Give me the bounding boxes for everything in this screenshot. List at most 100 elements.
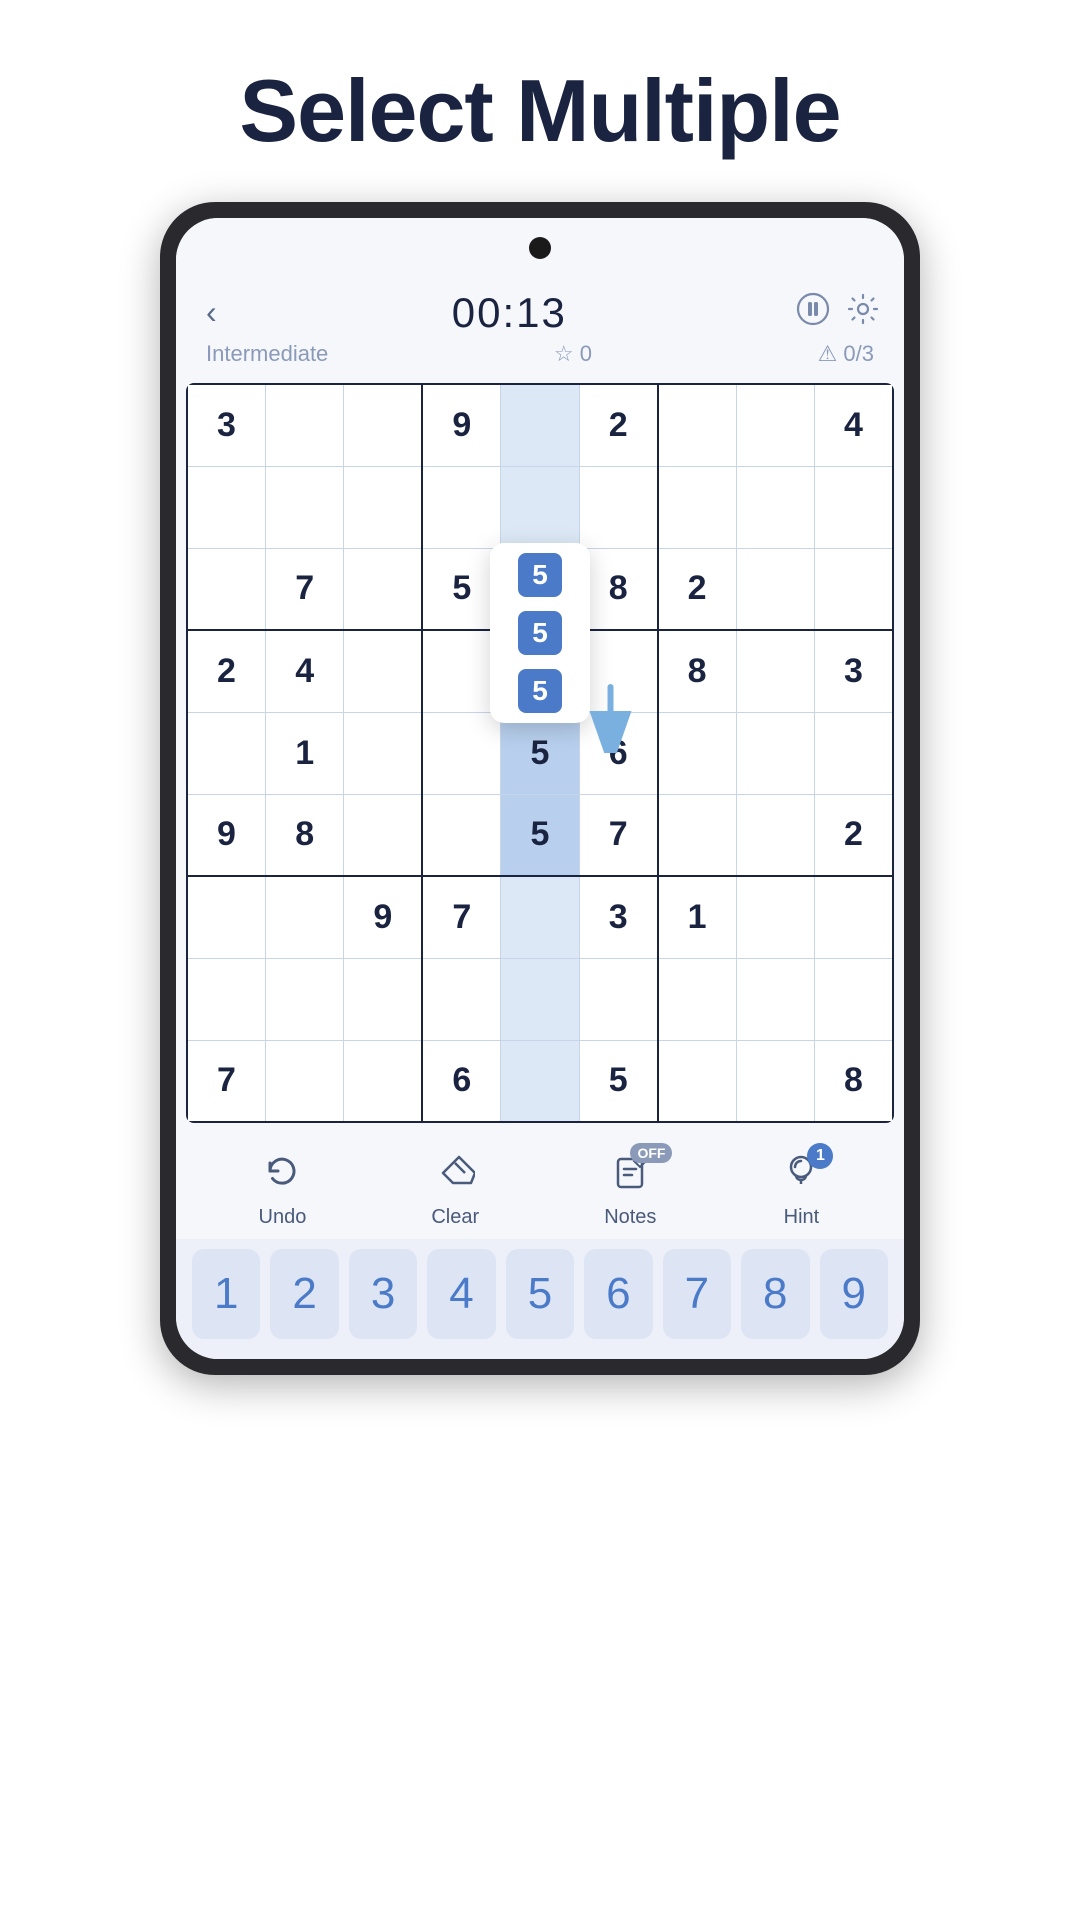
- cell-0-5[interactable]: 2: [579, 384, 657, 466]
- numpad-btn-2[interactable]: 2: [270, 1249, 338, 1339]
- cell-6-6[interactable]: 1: [658, 876, 736, 958]
- cell-5-0[interactable]: 9: [187, 794, 265, 876]
- cell-4-4[interactable]: 5: [501, 712, 579, 794]
- numpad-btn-1[interactable]: 1: [192, 1249, 260, 1339]
- cell-6-5[interactable]: 3: [579, 876, 657, 958]
- cell-7-6[interactable]: [658, 958, 736, 1040]
- numpad-btn-5[interactable]: 5: [506, 1249, 574, 1339]
- cell-7-8[interactable]: [815, 958, 894, 1040]
- cell-5-6[interactable]: [658, 794, 736, 876]
- cell-0-2[interactable]: [344, 384, 422, 466]
- cell-6-4[interactable]: [501, 876, 579, 958]
- cell-3-1[interactable]: 4: [265, 630, 343, 712]
- settings-icon[interactable]: [846, 292, 880, 334]
- cell-7-5[interactable]: [579, 958, 657, 1040]
- cell-2-3[interactable]: 5: [422, 548, 500, 630]
- cell-5-4[interactable]: 5: [501, 794, 579, 876]
- cell-3-8[interactable]: 3: [815, 630, 894, 712]
- cell-7-0[interactable]: [187, 958, 265, 1040]
- cell-0-3[interactable]: 9: [422, 384, 500, 466]
- cell-2-8[interactable]: [815, 548, 894, 630]
- cell-1-2[interactable]: [344, 466, 422, 548]
- cell-6-1[interactable]: [265, 876, 343, 958]
- numpad-btn-6[interactable]: 6: [584, 1249, 652, 1339]
- star-score: ☆ 0: [554, 341, 592, 367]
- cell-7-2[interactable]: [344, 958, 422, 1040]
- numpad-btn-7[interactable]: 7: [663, 1249, 731, 1339]
- cell-8-7[interactable]: [736, 1040, 814, 1122]
- cell-6-0[interactable]: [187, 876, 265, 958]
- bottom-toolbar: Undo Clear OFF: [176, 1133, 904, 1239]
- cell-7-3[interactable]: [422, 958, 500, 1040]
- numpad-btn-3[interactable]: 3: [349, 1249, 417, 1339]
- cell-2-2[interactable]: [344, 548, 422, 630]
- cell-4-1[interactable]: 1: [265, 712, 343, 794]
- difficulty-label: Intermediate: [206, 341, 328, 367]
- cell-8-0[interactable]: 7: [187, 1040, 265, 1122]
- back-button[interactable]: ‹: [200, 288, 223, 337]
- cell-8-4[interactable]: [501, 1040, 579, 1122]
- cell-7-7[interactable]: [736, 958, 814, 1040]
- sub-header-row: Intermediate ☆ 0 ⚠ 0/3: [200, 337, 880, 375]
- cell-2-0[interactable]: [187, 548, 265, 630]
- cell-1-1[interactable]: [265, 466, 343, 548]
- cell-0-6[interactable]: [658, 384, 736, 466]
- cell-4-2[interactable]: [344, 712, 422, 794]
- cell-8-8[interactable]: 8: [815, 1040, 894, 1122]
- cell-1-8[interactable]: [815, 466, 894, 548]
- cell-1-7[interactable]: [736, 466, 814, 548]
- cell-0-4[interactable]: [501, 384, 579, 466]
- cell-7-4[interactable]: [501, 958, 579, 1040]
- numpad-btn-9[interactable]: 9: [820, 1249, 888, 1339]
- cell-0-8[interactable]: 4: [815, 384, 894, 466]
- pause-icon[interactable]: [796, 292, 830, 334]
- cell-2-6[interactable]: 2: [658, 548, 736, 630]
- undo-icon: [262, 1151, 302, 1200]
- cell-6-3[interactable]: 7: [422, 876, 500, 958]
- cell-0-0[interactable]: 3: [187, 384, 265, 466]
- cell-6-2[interactable]: 9: [344, 876, 422, 958]
- cell-4-3[interactable]: [422, 712, 500, 794]
- cell-7-1[interactable]: [265, 958, 343, 1040]
- cell-1-3[interactable]: [422, 466, 500, 548]
- cell-3-6[interactable]: 8: [658, 630, 736, 712]
- cell-0-1[interactable]: [265, 384, 343, 466]
- cell-8-2[interactable]: [344, 1040, 422, 1122]
- cell-4-6[interactable]: [658, 712, 736, 794]
- cell-8-6[interactable]: [658, 1040, 736, 1122]
- cell-4-7[interactable]: [736, 712, 814, 794]
- undo-button[interactable]: Undo: [259, 1151, 307, 1229]
- cell-8-1[interactable]: [265, 1040, 343, 1122]
- cell-1-5[interactable]: [579, 466, 657, 548]
- notes-button[interactable]: OFF Notes: [604, 1151, 656, 1229]
- cell-2-5[interactable]: 8: [579, 548, 657, 630]
- cell-1-6[interactable]: [658, 466, 736, 548]
- cell-4-8[interactable]: [815, 712, 894, 794]
- cell-2-7[interactable]: [736, 548, 814, 630]
- cell-3-7[interactable]: [736, 630, 814, 712]
- cell-8-5[interactable]: 5: [579, 1040, 657, 1122]
- sudoku-grid-container: 392475382245831569857297317658 5 5 5: [186, 383, 894, 1123]
- cell-1-4[interactable]: [501, 466, 579, 548]
- cell-2-1[interactable]: 7: [265, 548, 343, 630]
- cell-5-2[interactable]: [344, 794, 422, 876]
- numpad-btn-8[interactable]: 8: [741, 1249, 809, 1339]
- cell-5-1[interactable]: 8: [265, 794, 343, 876]
- clear-button[interactable]: Clear: [431, 1151, 479, 1229]
- cell-5-5[interactable]: 7: [579, 794, 657, 876]
- cell-0-7[interactable]: [736, 384, 814, 466]
- cell-4-0[interactable]: [187, 712, 265, 794]
- cell-6-8[interactable]: [815, 876, 894, 958]
- cell-5-7[interactable]: [736, 794, 814, 876]
- cell-3-3[interactable]: [422, 630, 500, 712]
- cell-5-8[interactable]: 2: [815, 794, 894, 876]
- cell-5-3[interactable]: [422, 794, 500, 876]
- cell-8-3[interactable]: 6: [422, 1040, 500, 1122]
- cell-3-0[interactable]: 2: [187, 630, 265, 712]
- numpad-btn-4[interactable]: 4: [427, 1249, 495, 1339]
- cell-3-2[interactable]: [344, 630, 422, 712]
- cell-1-0[interactable]: [187, 466, 265, 548]
- hint-button[interactable]: 1 Hint: [781, 1151, 821, 1229]
- cell-6-7[interactable]: [736, 876, 814, 958]
- mistakes-label: ⚠ 0/3: [818, 341, 874, 367]
